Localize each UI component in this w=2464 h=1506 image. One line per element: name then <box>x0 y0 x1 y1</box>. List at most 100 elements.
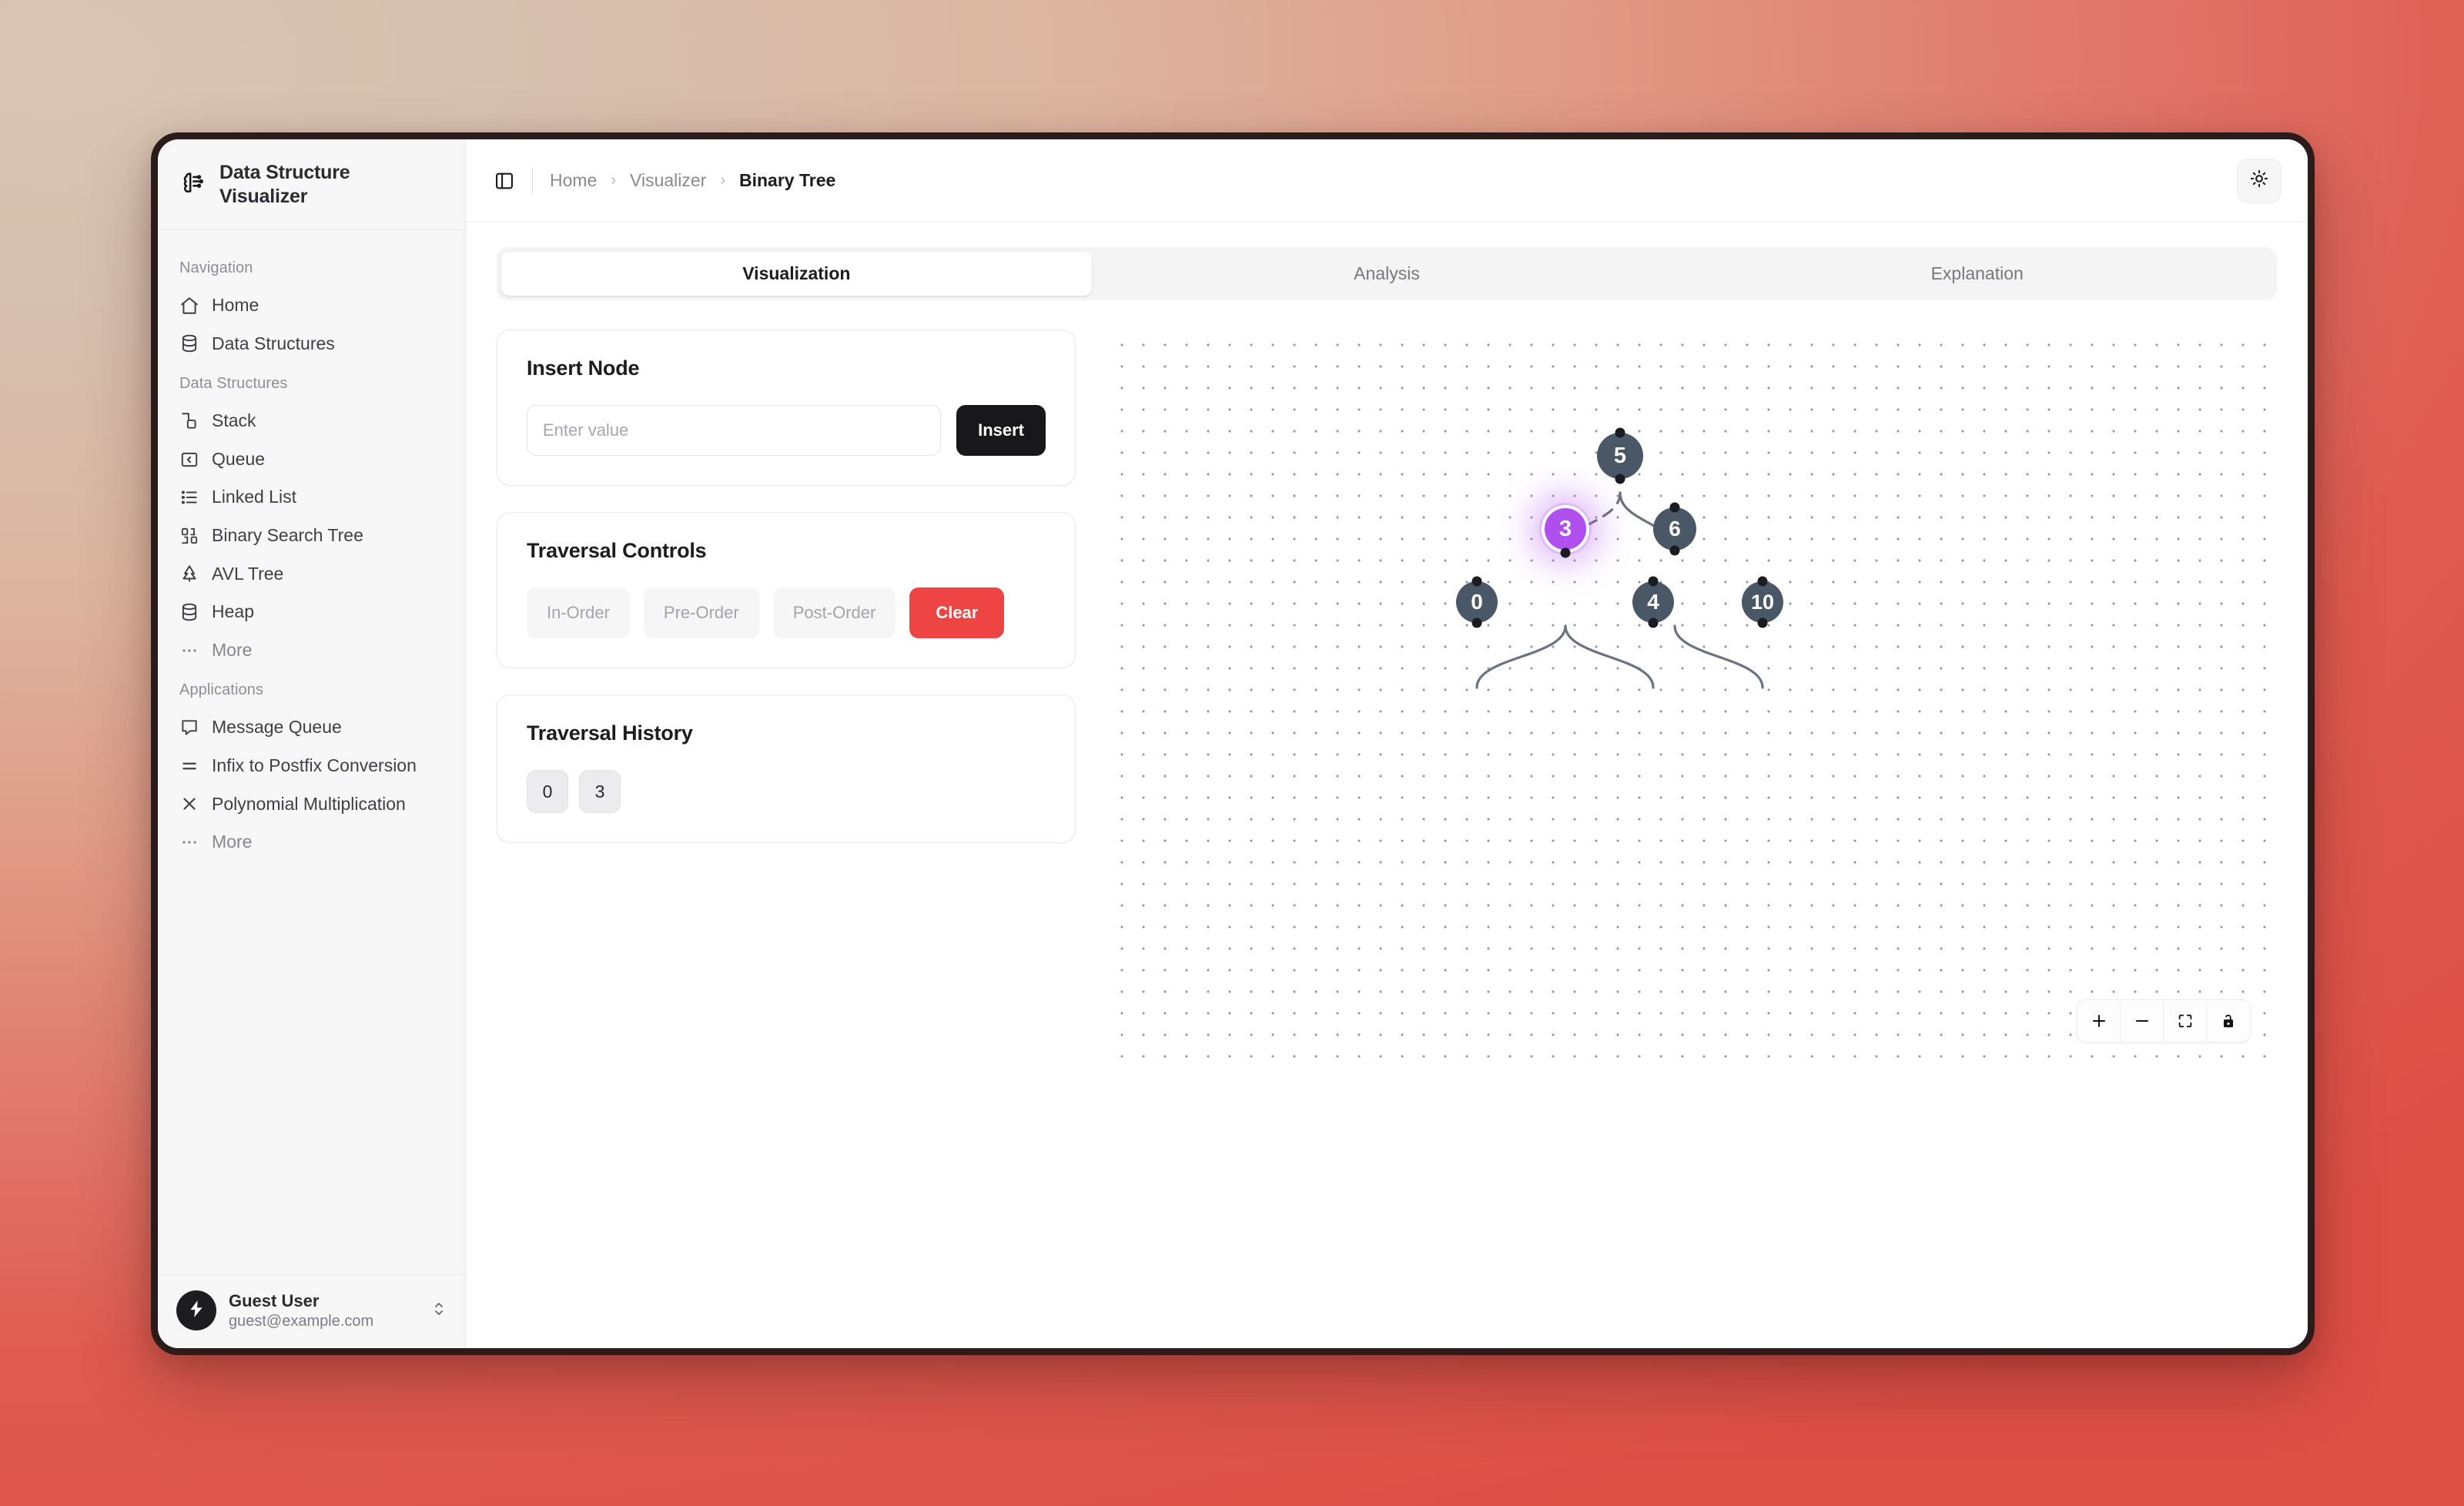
tree-node-label: 6 <box>1669 517 1681 540</box>
node-handle-top[interactable] <box>1471 576 1482 587</box>
node-handle-bottom[interactable] <box>1471 617 1482 628</box>
tree-node-6[interactable]: 6 <box>1653 507 1696 551</box>
pre-order-button[interactable]: Pre-Order <box>643 587 759 638</box>
sidebar-item-avl-tree[interactable]: AVL Tree <box>158 555 465 594</box>
tab-explanation[interactable]: Explanation <box>1682 252 2272 296</box>
lightning-bolt-icon <box>186 1299 206 1323</box>
node-handle-top[interactable] <box>1757 576 1768 587</box>
sidebar-item-more-applications[interactable]: More <box>158 823 465 862</box>
insert-node-card: Insert Node Insert <box>497 330 1076 486</box>
insert-value-input[interactable] <box>527 405 942 456</box>
equals-icon <box>179 756 199 776</box>
node-handle-bottom[interactable] <box>1615 474 1625 484</box>
node-handle-bottom[interactable] <box>1669 545 1680 556</box>
fit-view-icon[interactable] <box>2164 1000 2207 1042</box>
in-order-button[interactable]: In-Order <box>527 587 630 638</box>
sidebar-item-heap[interactable]: Heap <box>158 593 465 631</box>
sun-icon <box>2249 169 2269 192</box>
post-order-button[interactable]: Post-Order <box>772 587 896 638</box>
node-handle-bottom[interactable] <box>1560 547 1571 558</box>
sidebar-item-label: Home <box>212 295 259 315</box>
tree-node-label: 4 <box>1647 590 1659 614</box>
binary-icon <box>179 526 199 546</box>
sidebar-item-label: Binary Search Tree <box>212 524 363 545</box>
content-area: Visualization Analysis Explanation Inser… <box>466 223 2308 1348</box>
node-handle-top[interactable] <box>1669 502 1680 513</box>
tab-analysis[interactable]: Analysis <box>1092 252 1682 296</box>
sidebar-item-infix-to-postfix[interactable]: Infix to Postfix Conversion <box>158 747 465 785</box>
section-label-applications: Applications <box>179 681 264 699</box>
section-label-navigation: Navigation <box>179 259 253 276</box>
brain-circuit-icon <box>179 169 206 199</box>
sidebar-item-label: Stack <box>212 410 256 431</box>
tab-bar: Visualization Analysis Explanation <box>497 247 2277 300</box>
tree-node-3[interactable]: 3 <box>1542 505 1589 553</box>
sidebar-item-label: Infix to Postfix Conversion <box>212 755 417 775</box>
edge-3-0 <box>1475 624 1567 689</box>
sidebar-item-binary-search-tree[interactable]: Binary Search Tree <box>158 517 465 555</box>
sidebar-item-polynomial-multiplication[interactable]: Polynomial Multiplication <box>158 785 465 824</box>
layers-icon <box>179 411 199 431</box>
node-handle-top[interactable] <box>1615 427 1625 438</box>
tree-canvas[interactable]: 5 3 6 0 4 10 <box>1106 330 2277 1069</box>
sidebar-item-queue[interactable]: Queue <box>158 440 465 479</box>
theme-toggle-button[interactable] <box>2237 158 2282 203</box>
tree-node-10[interactable]: 10 <box>1742 581 1783 623</box>
user-meta: Guest User guest@example.com <box>229 1290 417 1332</box>
traversal-history-card: Traversal History 0 3 <box>497 694 1076 843</box>
node-handle-bottom[interactable] <box>1757 617 1768 628</box>
traversal-history-title: Traversal History <box>527 721 693 745</box>
sidebar-item-label: AVL Tree <box>212 563 284 584</box>
node-handle-bottom[interactable] <box>1648 617 1659 628</box>
traversal-controls-title: Traversal Controls <box>527 539 707 562</box>
brand-header: Data Structure Visualizer <box>158 139 465 230</box>
sidebar-item-label: Message Queue <box>212 717 342 738</box>
workspace: Insert Node Insert Traversal Controls In… <box>497 330 2277 1069</box>
node-handle-top[interactable] <box>1648 576 1659 587</box>
canvas-controls <box>2077 999 2251 1042</box>
tab-visualization[interactable]: Visualization <box>501 252 1092 296</box>
ellipsis-icon <box>179 641 199 661</box>
tree-node-4[interactable]: 4 <box>1632 581 1674 623</box>
sidebar-item-linked-list[interactable]: Linked List <box>158 478 465 517</box>
sidebar-item-label: Polynomial Multiplication <box>212 793 406 814</box>
brand-title-line1: Data Structure <box>219 162 350 183</box>
tree-node-0[interactable]: 0 <box>1456 581 1498 623</box>
zoom-in-icon[interactable] <box>2077 1000 2121 1042</box>
sidebar-item-message-queue[interactable]: Message Queue <box>158 708 465 747</box>
tree-node-5[interactable]: 5 <box>1597 433 1643 479</box>
sidebar-item-data-structures[interactable]: Data Structures <box>158 325 465 363</box>
tree-pine-icon <box>179 564 199 584</box>
sidebar-item-label: Queue <box>212 448 266 469</box>
breadcrumb: Home › Visualizer › Binary Tree <box>550 170 835 191</box>
message-square-icon <box>179 718 199 738</box>
queue-box-icon <box>179 450 199 470</box>
sidebar-item-more-data-structures[interactable]: More <box>158 631 465 670</box>
main-area: Home › Visualizer › Binary Tree Visualiz… <box>466 139 2308 1348</box>
insert-row: Insert <box>527 405 1046 456</box>
history-chip: 3 <box>579 770 621 813</box>
breadcrumb-item-home[interactable]: Home <box>550 170 597 191</box>
unlock-icon[interactable] <box>2207 1000 2250 1042</box>
sidebar-item-label: More <box>212 639 253 660</box>
tree-node-label: 3 <box>1558 516 1572 541</box>
x-icon <box>179 794 199 814</box>
chevrons-up-down-icon[interactable] <box>430 1300 448 1322</box>
avatar <box>176 1290 216 1331</box>
zoom-out-icon[interactable] <box>2121 1000 2164 1042</box>
traversal-history-list: 0 3 <box>527 770 1046 813</box>
chevron-right-icon: › <box>720 172 725 189</box>
home-icon <box>179 296 199 316</box>
breadcrumb-item-visualizer[interactable]: Visualizer <box>630 170 706 191</box>
insert-button[interactable]: Insert <box>956 405 1046 456</box>
ellipsis-icon <box>179 832 199 852</box>
sidebar-item-stack[interactable]: Stack <box>158 402 465 440</box>
user-profile[interactable]: Guest User guest@example.com <box>158 1273 465 1349</box>
sidebar-item-home[interactable]: Home <box>158 286 465 325</box>
topbar: Home › Visualizer › Binary Tree <box>466 139 2308 223</box>
clear-button[interactable]: Clear <box>909 587 1005 638</box>
list-icon <box>179 487 199 507</box>
user-name: Guest User <box>229 1290 320 1310</box>
sidebar-item-label: More <box>212 832 253 852</box>
panel-left-icon[interactable] <box>494 170 515 192</box>
